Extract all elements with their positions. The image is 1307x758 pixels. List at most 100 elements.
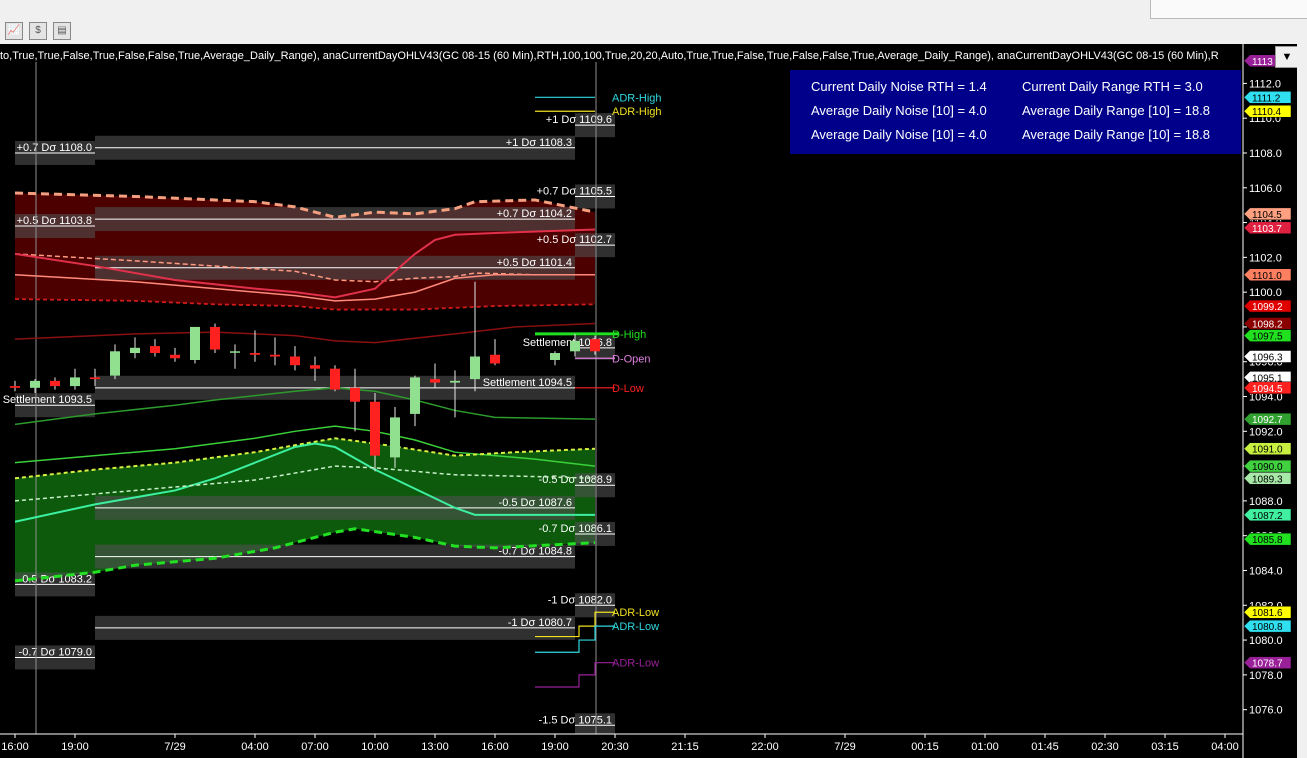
candle-body xyxy=(70,377,80,387)
zone-label: -1 Dσ 1080.7 xyxy=(508,617,572,629)
x-tick-label: 04:00 xyxy=(241,741,269,753)
candle-body xyxy=(430,379,440,383)
y-tick-label: 1084.0 xyxy=(1249,565,1283,577)
x-tick-label: 19:00 xyxy=(541,741,569,753)
average-range-text-2: Average Daily Range [10] = 18.8 xyxy=(1022,127,1211,142)
price-marker-label: 1087.2 xyxy=(1252,511,1283,522)
candle-body xyxy=(310,365,320,369)
x-tick-label: 01:00 xyxy=(971,741,999,753)
price-marker: 1092.7 xyxy=(1243,412,1292,426)
zone-label: Settlement 1094.5 xyxy=(483,377,572,389)
chart-icon[interactable]: 📈 xyxy=(5,22,23,40)
level-label: ADR-Low xyxy=(612,621,659,633)
zone-label: +0.7 Dσ 1104.2 xyxy=(497,208,572,220)
candle-body xyxy=(550,353,560,360)
average-noise-text: Average Daily Noise [10] = 4.0 xyxy=(811,103,987,118)
candle-body xyxy=(110,351,120,376)
price-marker: 1104.5 xyxy=(1243,207,1292,221)
x-tick-label: 02:30 xyxy=(1091,741,1119,753)
indicator-description: to,True,True,False,True,False,False,True… xyxy=(0,50,1219,62)
x-tick-label: 7/29 xyxy=(164,741,185,753)
candle-body xyxy=(570,340,580,352)
chart-panel[interactable]: +0.7 Dσ 1108.0 +1 Dσ 1108.3 +1 Dσ 1109.6 +0… xyxy=(0,44,1307,758)
price-marker-label: 1080.8 xyxy=(1252,622,1283,633)
x-tick-label: 10:00 xyxy=(361,741,389,753)
price-marker: 1085.8 xyxy=(1243,532,1292,546)
price-marker: 1094.5 xyxy=(1243,381,1292,395)
candle-body xyxy=(350,387,360,402)
candle-body xyxy=(210,326,220,350)
candle-body xyxy=(130,347,140,354)
x-tick-label: 07:00 xyxy=(301,741,329,753)
price-marker: 1110.4 xyxy=(1243,104,1292,118)
price-marker-label: 1098.2 xyxy=(1252,319,1283,330)
y-tick-label: 1092.0 xyxy=(1249,426,1283,438)
candle-body xyxy=(30,380,40,388)
zone-label: -0.5 Dσ 1088.9 xyxy=(539,474,612,486)
chevron-down-icon[interactable]: ▼ xyxy=(1275,46,1299,68)
y-tick-label: 1108.0 xyxy=(1249,148,1282,160)
price-marker-label: 1096.3 xyxy=(1252,353,1283,364)
price-marker: 1111.2 xyxy=(1243,91,1292,104)
y-tick-label: 1106.0 xyxy=(1249,183,1282,195)
current-noise-text: Current Daily Noise RTH = 1.4 xyxy=(811,79,987,94)
price-marker-label: 1103.7 xyxy=(1252,224,1282,235)
candle-body xyxy=(370,401,380,456)
price-marker-label: 1091.0 xyxy=(1252,445,1283,456)
price-marker: 1089.3 xyxy=(1243,472,1292,485)
level-label: D-Open xyxy=(612,353,651,365)
average-range-text: Average Daily Range [10] = 18.8 xyxy=(1022,103,1211,118)
scrollbar[interactable] xyxy=(1297,44,1307,758)
price-marker-label: 1094.5 xyxy=(1252,384,1283,395)
price-marker-label: 1097.5 xyxy=(1252,332,1283,343)
zone-label: +0.7 Dσ 1108.0 xyxy=(17,142,92,154)
candle-body xyxy=(230,351,240,353)
plot-area: +0.7 Dσ 1108.0 +1 Dσ 1108.3 +1 Dσ 1109.6 +0… xyxy=(3,62,662,734)
y-tick-label: 1088.0 xyxy=(1249,496,1283,508)
zone-label: -0.7 Dσ 1079.0 xyxy=(19,646,92,658)
series-upper-dark xyxy=(14,322,596,344)
price-marker: 1090.0 xyxy=(1243,459,1292,473)
candle-body xyxy=(170,354,180,359)
zone-label: +1 Dσ 1109.6 xyxy=(546,114,612,126)
zone-label: +1 Dσ 1108.3 xyxy=(506,137,572,149)
price-marker-label: 1104.5 xyxy=(1252,210,1282,221)
price-marker-label: 1085.8 xyxy=(1252,535,1283,546)
candle-body xyxy=(190,326,200,360)
candle-body xyxy=(490,354,500,364)
zone-label: Settlement 1093.5 xyxy=(3,394,92,406)
candle-body xyxy=(450,380,460,383)
price-marker: 1101.0 xyxy=(1243,268,1292,282)
zone-label: +0.5 Dσ 1103.8 xyxy=(17,215,92,227)
candle-body xyxy=(150,346,160,354)
price-marker: 1080.8 xyxy=(1243,619,1292,633)
x-tick-label: 13:00 xyxy=(421,741,449,753)
properties-icon[interactable]: ▤ xyxy=(53,22,71,40)
toolbar-strip xyxy=(1150,0,1307,19)
x-tick-label: 16:00 xyxy=(481,741,509,753)
x-tick-label: 22:00 xyxy=(751,741,779,753)
candle-body xyxy=(290,356,300,366)
chart-toolbar: 📈 $ ▤ xyxy=(0,0,1307,45)
x-tick-label: 7/29 xyxy=(834,741,855,753)
price-marker-label: 1113 xyxy=(1252,57,1273,68)
dollar-icon[interactable]: $ xyxy=(29,22,47,40)
price-marker-label: 1089.3 xyxy=(1252,474,1283,485)
price-marker: 1103.7 xyxy=(1243,221,1292,235)
candle-body xyxy=(470,356,480,380)
zone-label: -1.5 Dσ 1075.1 xyxy=(539,714,612,726)
price-marker-label: 1110.4 xyxy=(1252,107,1282,118)
zone-label: -1 Dσ 1082.0 xyxy=(548,594,612,606)
zone-label: +0.5 Dσ 1102.7 xyxy=(537,234,612,246)
price-marker: 1098.2 xyxy=(1243,317,1292,330)
level-label: ADR-Low xyxy=(612,658,659,670)
price-marker-label: 1099.2 xyxy=(1252,302,1283,313)
y-tick-label: 1076.0 xyxy=(1249,705,1283,717)
y-tick-label: 1112.0 xyxy=(1249,78,1281,90)
price-marker-label: 1081.6 xyxy=(1252,608,1283,619)
level-label: ADR-High xyxy=(612,92,662,104)
x-tick-label: 16:00 xyxy=(1,741,29,753)
price-marker-label: 1090.0 xyxy=(1252,462,1283,473)
candle-body xyxy=(250,353,260,355)
price-marker: 1078.7 xyxy=(1243,656,1292,670)
